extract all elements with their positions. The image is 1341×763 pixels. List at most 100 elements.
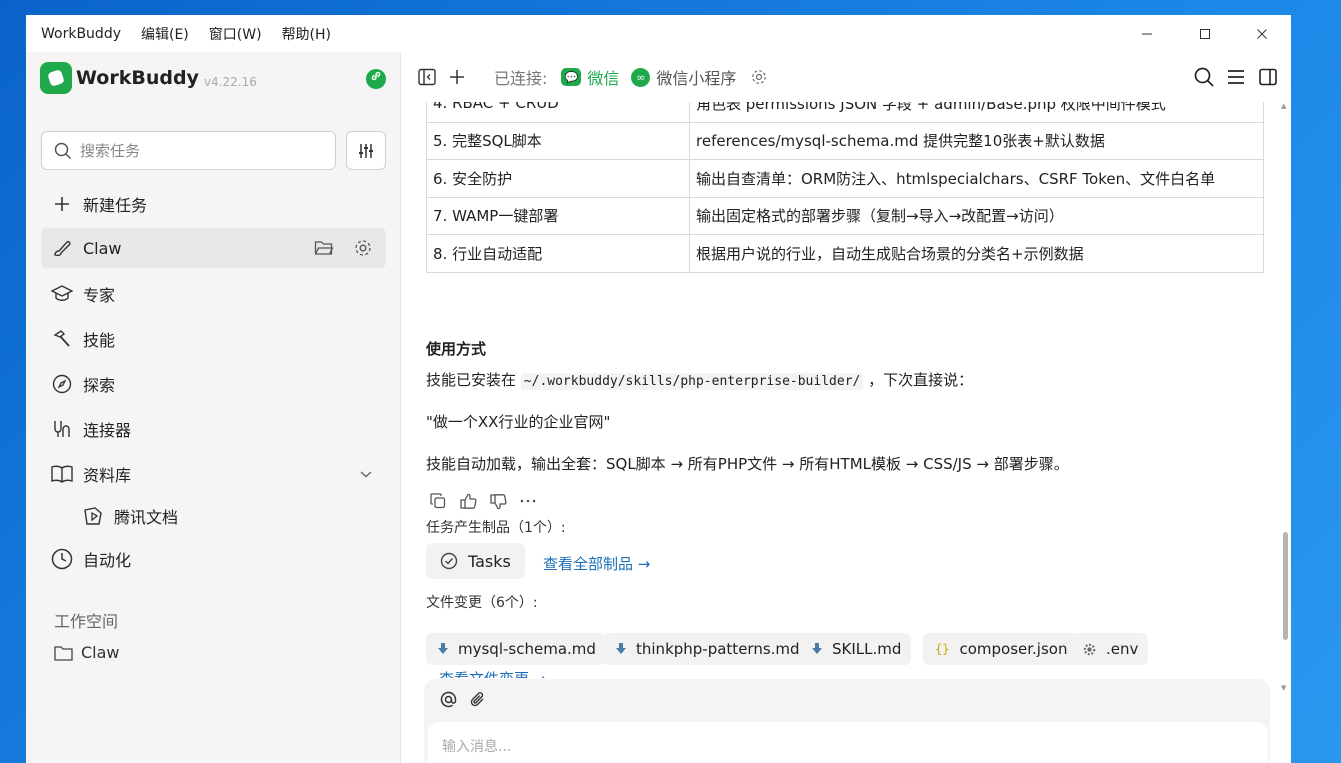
file-chip[interactable]: .env bbox=[1071, 633, 1149, 665]
toolbar-right bbox=[1191, 64, 1281, 90]
new-task-label: 新建任务 bbox=[83, 196, 148, 215]
workspace-item-label: Claw bbox=[81, 643, 120, 662]
sidebar-item-label: 探索 bbox=[83, 376, 116, 395]
search-icon bbox=[54, 142, 72, 159]
menu-edit[interactable]: 编辑(E) bbox=[141, 24, 189, 44]
file-chip[interactable]: thinkphp-patterns.md bbox=[604, 633, 810, 665]
artifact-chip-tasks[interactable]: Tasks bbox=[426, 543, 525, 579]
download-icon bbox=[438, 643, 448, 655]
compass-icon bbox=[51, 373, 73, 395]
sidebar-item-automation[interactable]: 自动化 bbox=[41, 539, 386, 579]
table-row: 6. 安全防护 输出自查清单：ORM防注入、htmlspecialchars、CS… bbox=[426, 159, 1264, 198]
sidebar-toggle-icon[interactable] bbox=[414, 64, 440, 90]
mention-icon[interactable] bbox=[438, 689, 458, 709]
minimize-button[interactable] bbox=[1118, 15, 1176, 52]
table-row: 5. 完整SQL脚本 references/mysql-schema.md 提供完… bbox=[426, 121, 1264, 160]
brand-version: v4.22.16 bbox=[203, 75, 257, 89]
link-status-icon[interactable] bbox=[366, 69, 386, 89]
table-cell: 角色表 permissions JSON 字段 + admin/Base.php… bbox=[689, 102, 1264, 123]
usage-path: ~/.workbuddy/skills/php-enterprise-build… bbox=[520, 373, 864, 390]
table-cell: 8. 行业自动适配 bbox=[426, 234, 690, 273]
panel-toggle-icon[interactable] bbox=[1255, 64, 1281, 90]
folder-open-icon[interactable] bbox=[313, 237, 335, 259]
new-task-button[interactable]: 新建任务 bbox=[41, 184, 386, 224]
workspace-item-claw[interactable]: Claw bbox=[54, 643, 120, 662]
sidebar-item-label: 连接器 bbox=[83, 421, 132, 440]
graduation-cap-icon bbox=[51, 283, 73, 305]
sidebar-item-label: 腾讯文档 bbox=[114, 508, 179, 527]
table-cell: 7. WAMP一键部署 bbox=[426, 196, 690, 235]
feature-table: 4. RBAC + CRUD 角色表 permissions JSON 字段 + … bbox=[426, 102, 1264, 273]
table-cell: 根据用户说的行业，自动生成贴合场景的分类名+示例数据 bbox=[689, 234, 1264, 273]
sidebar-item-expert[interactable]: 专家 bbox=[41, 274, 386, 314]
check-circle-icon bbox=[440, 552, 458, 570]
view-file-changes-link[interactable]: 查看文件变更 → bbox=[439, 668, 546, 678]
message-composer bbox=[424, 679, 1270, 763]
channel-label: 微信 bbox=[587, 69, 620, 88]
more-icon[interactable] bbox=[518, 491, 538, 511]
brand-name: WorkBuddy bbox=[76, 67, 199, 89]
file-name: .env bbox=[1106, 640, 1139, 658]
sidebar-item-label: Claw bbox=[83, 238, 122, 258]
sidebar-item-library[interactable]: 资料库 bbox=[41, 454, 386, 494]
scrollbar[interactable]: ▲ ▼ bbox=[1280, 102, 1290, 698]
menu-icon[interactable] bbox=[1223, 64, 1249, 90]
scroll-down-icon[interactable]: ▼ bbox=[1281, 684, 1286, 692]
sidebar-item-explore[interactable]: 探索 bbox=[41, 364, 386, 404]
table-row: 7. WAMP一键部署 输出固定格式的部署步骤（复制→导入→改配置→访问） bbox=[426, 196, 1264, 235]
table-cell: 6. 安全防护 bbox=[426, 159, 690, 198]
search-icon[interactable] bbox=[1191, 64, 1217, 90]
app-window: WorkBuddy 编辑(E) 窗口(W) 帮助(H) WorkBuddy v4… bbox=[26, 15, 1291, 763]
brush-icon bbox=[51, 237, 73, 259]
table-cell: 输出固定格式的部署步骤（复制→导入→改配置→访问） bbox=[689, 196, 1264, 235]
table-cell: references/mysql-schema.md 提供完整10张表+默认数据 bbox=[689, 121, 1264, 160]
file-chip[interactable]: {} composer.json bbox=[923, 633, 1078, 665]
sidebar-item-label: 自动化 bbox=[83, 551, 132, 570]
sidebar-item-label: 资料库 bbox=[83, 466, 132, 485]
maximize-button[interactable] bbox=[1176, 15, 1234, 52]
sidebar-item-claw[interactable]: Claw bbox=[41, 228, 386, 268]
copy-icon[interactable] bbox=[428, 491, 448, 511]
menu-window[interactable]: 窗口(W) bbox=[209, 24, 262, 44]
thumbs-down-icon[interactable] bbox=[488, 491, 508, 511]
table-cell: 4. RBAC + CRUD bbox=[426, 102, 690, 123]
menu-bar: WorkBuddy 编辑(E) 窗口(W) 帮助(H) bbox=[26, 15, 1291, 52]
view-all-artifacts-link[interactable]: 查看全部制品 → bbox=[543, 553, 650, 574]
scrollbar-thumb[interactable] bbox=[1283, 532, 1288, 640]
close-icon bbox=[1257, 28, 1267, 39]
channel-wechat[interactable]: 💬 微信 bbox=[561, 65, 619, 89]
file-name: mysql-schema.md bbox=[458, 640, 596, 658]
gear-icon bbox=[1083, 643, 1096, 656]
usage-title: 使用方式 bbox=[426, 340, 487, 358]
gear-icon[interactable] bbox=[746, 64, 772, 90]
channel-mini-program[interactable]: ∞ 微信小程序 bbox=[631, 65, 736, 89]
chevron-down-icon[interactable] bbox=[355, 463, 377, 485]
gear-icon[interactable] bbox=[352, 237, 374, 259]
usage-paragraph: 技能已安装在 ~/.workbuddy/skills/php-enterpris… bbox=[426, 369, 973, 390]
paperclip-icon[interactable] bbox=[468, 689, 488, 709]
file-chip[interactable]: SKILL.md bbox=[800, 633, 912, 665]
message-input[interactable] bbox=[428, 722, 1268, 763]
sidebar-item-skills[interactable]: 技能 bbox=[41, 319, 386, 359]
search-input[interactable] bbox=[80, 141, 320, 160]
brand: WorkBuddy v4.22.16 bbox=[40, 62, 257, 94]
plus-icon[interactable] bbox=[444, 64, 470, 90]
menu-help[interactable]: 帮助(H) bbox=[282, 24, 331, 44]
maximize-icon bbox=[1200, 28, 1210, 39]
filter-button[interactable] bbox=[346, 131, 386, 170]
sidebar-item-connectors[interactable]: 连接器 bbox=[41, 409, 386, 449]
app-title: WorkBuddy bbox=[41, 25, 121, 42]
sliders-icon bbox=[359, 143, 373, 158]
sidebar: WorkBuddy v4.22.16 新建任务 Claw bbox=[26, 52, 401, 763]
file-name: composer.json bbox=[959, 640, 1068, 658]
sidebar-item-tencent-docs[interactable]: 腾讯文档 bbox=[82, 499, 178, 533]
thumbs-up-icon[interactable] bbox=[458, 491, 478, 511]
connected-label: 已连接: bbox=[494, 69, 548, 88]
workspace-title: 工作空间 bbox=[54, 612, 119, 631]
close-button[interactable] bbox=[1233, 15, 1291, 52]
scroll-up-icon[interactable]: ▲ bbox=[1281, 102, 1286, 110]
json-braces-icon: {} bbox=[935, 642, 950, 656]
mini-program-icon: ∞ bbox=[631, 67, 651, 87]
file-chip[interactable]: mysql-schema.md bbox=[426, 633, 606, 665]
plug-icon bbox=[51, 418, 73, 440]
